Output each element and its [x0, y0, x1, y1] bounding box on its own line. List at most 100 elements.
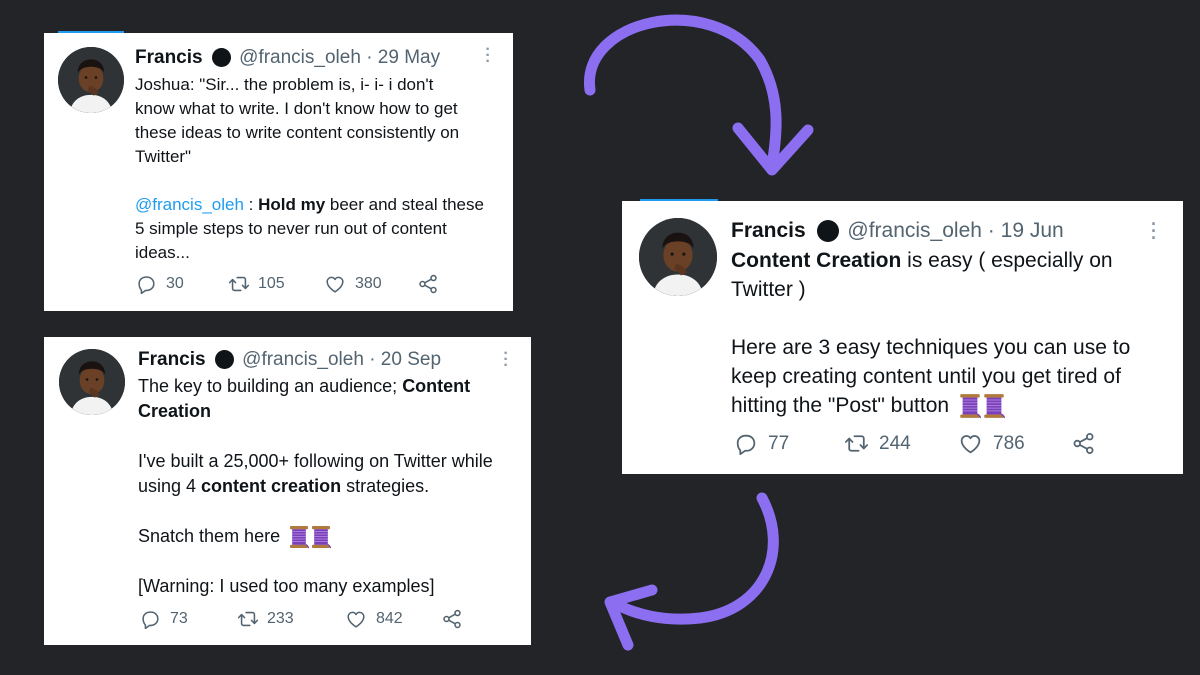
- heart-icon: [958, 431, 983, 456]
- reply-button[interactable]: 73: [139, 608, 237, 630]
- tweet-actions: 73 233 842: [139, 608, 463, 630]
- tweet-card-1[interactable]: Francis @francis_oleh · 29 May · · · Joshu…: [44, 31, 513, 311]
- text-line: Here are 3 easy techniques you can use t…: [731, 336, 1131, 359]
- text-span: The key to building an audience;: [138, 376, 403, 396]
- heart-icon: [345, 608, 367, 630]
- tweet-text: Joshua: "Sir... the problem is, i- i- i …: [135, 73, 505, 265]
- tweet-header: Francis @francis_oleh · 19 Jun: [731, 219, 1064, 243]
- curved-arrow-icon: [584, 14, 814, 176]
- share-button[interactable]: [441, 608, 463, 630]
- reply-count: 77: [768, 432, 790, 454]
- bold-text: Hold my: [258, 195, 326, 214]
- like-button[interactable]: 380: [324, 273, 417, 295]
- thread-spool-icon: [311, 525, 331, 549]
- text-span: strategies.: [341, 476, 430, 496]
- retweet-count: 233: [267, 610, 294, 627]
- tweet-card-2[interactable]: Francis @francis_oleh · 19 Jun · · · Conte…: [622, 199, 1183, 474]
- thread-spool-icon: [289, 525, 309, 549]
- text-line: I've built a 25,000+ following on Twitte…: [138, 451, 493, 471]
- more-options-icon[interactable]: · · ·: [502, 346, 510, 374]
- text-span: hitting the "Post" button: [731, 394, 950, 417]
- avatar[interactable]: [58, 47, 124, 113]
- separator: ·: [987, 219, 995, 242]
- text-line: hitting the "Post" button: [731, 391, 1171, 420]
- reply-icon: [139, 608, 161, 630]
- text-line: 5 simple steps to never run out of conte…: [135, 219, 447, 238]
- text-line: @francis_oleh : Hold my beer and steal t…: [135, 193, 505, 217]
- avatar[interactable]: [639, 218, 717, 296]
- share-button[interactable]: [417, 273, 439, 295]
- reply-button[interactable]: 30: [135, 273, 228, 295]
- profile-dot-icon: [214, 350, 234, 370]
- retweet-button[interactable]: 105: [228, 273, 324, 295]
- card-accent-line: [58, 31, 124, 33]
- text-line: Twitter": [135, 147, 192, 166]
- share-icon: [1071, 431, 1096, 456]
- share-icon: [441, 608, 463, 630]
- like-button[interactable]: 842: [345, 608, 441, 630]
- like-button[interactable]: 786: [958, 431, 1071, 456]
- retweet-icon: [844, 431, 869, 456]
- thread-spool-icon: [959, 393, 981, 419]
- text-line: Snatch them here: [138, 524, 523, 549]
- text-span: using 4: [138, 476, 202, 496]
- reply-count: 73: [170, 610, 188, 627]
- retweet-count: 244: [879, 432, 911, 454]
- text-line: Creation: [138, 399, 523, 424]
- avatar[interactable]: [59, 349, 125, 415]
- like-count: 380: [355, 275, 382, 292]
- profile-dot-icon: [816, 220, 839, 243]
- author-name[interactable]: Francis: [731, 219, 806, 242]
- text-line: know what to write. I don't know how to …: [135, 99, 458, 118]
- author-handle[interactable]: @francis_oleh: [239, 47, 361, 68]
- bold-text: content creation: [201, 476, 342, 496]
- bold-text: Creation: [138, 401, 212, 421]
- tweet-header: Francis @francis_oleh · 20 Sep: [138, 349, 441, 371]
- author-name[interactable]: Francis: [138, 349, 206, 370]
- more-options-icon[interactable]: · · ·: [484, 42, 492, 70]
- text-line: keep creating content until you get tire…: [731, 365, 1121, 388]
- text-line: Joshua: "Sir... the problem is, i- i- i …: [135, 75, 434, 94]
- share-icon: [417, 273, 439, 295]
- heart-icon: [324, 273, 346, 295]
- like-count: 786: [993, 432, 1025, 454]
- tweet-text: The key to building an audience; Content…: [138, 374, 523, 599]
- tweet-card-3[interactable]: Francis @francis_oleh · 20 Sep · · · The k…: [44, 337, 531, 645]
- author-handle[interactable]: @francis_oleh: [847, 219, 982, 242]
- retweet-button[interactable]: 244: [844, 431, 958, 456]
- bold-text: Content: [402, 376, 471, 396]
- mention-link[interactable]: @francis_oleh: [135, 195, 244, 214]
- tweet-date[interactable]: 20 Sep: [381, 349, 441, 370]
- more-options-icon[interactable]: · · ·: [1150, 215, 1158, 247]
- reply-icon: [135, 273, 157, 295]
- text-line: ideas...: [135, 243, 190, 262]
- text-line: Twitter ): [731, 278, 806, 301]
- text-line: [Warning: I used too many examples]: [138, 576, 435, 597]
- text-line: The key to building an audience; Content: [138, 374, 523, 399]
- retweet-count: 105: [258, 275, 285, 292]
- text-line: Content Creation is easy ( especially on: [731, 246, 1171, 275]
- author-name[interactable]: Francis: [135, 47, 203, 68]
- bold-text: Content Creation: [731, 249, 902, 272]
- text-line: these ideas to write content consistentl…: [135, 123, 460, 142]
- tweet-text: Content Creation is easy ( especially on…: [731, 246, 1171, 420]
- separator: ·: [369, 349, 376, 370]
- tweet-actions: 30 105 380: [135, 273, 439, 295]
- curved-arrow-icon: [604, 492, 779, 651]
- profile-dot-icon: [211, 48, 231, 68]
- text-span: Snatch them here: [138, 526, 281, 546]
- reply-icon: [733, 431, 758, 456]
- reply-button[interactable]: 77: [733, 431, 844, 456]
- tweet-date[interactable]: 19 Jun: [1001, 219, 1064, 242]
- tweet-date[interactable]: 29 May: [378, 47, 440, 68]
- retweet-button[interactable]: 233: [237, 608, 345, 630]
- text-span: :: [243, 195, 259, 214]
- share-button[interactable]: [1071, 431, 1096, 456]
- retweet-icon: [237, 608, 259, 630]
- text-span: beer and steal these: [325, 195, 484, 214]
- tweet-actions: 77 244 786: [733, 431, 1096, 456]
- reply-count: 30: [166, 275, 184, 292]
- thread-spool-icon: [983, 393, 1005, 419]
- separator: ·: [366, 47, 373, 68]
- author-handle[interactable]: @francis_oleh: [242, 349, 364, 370]
